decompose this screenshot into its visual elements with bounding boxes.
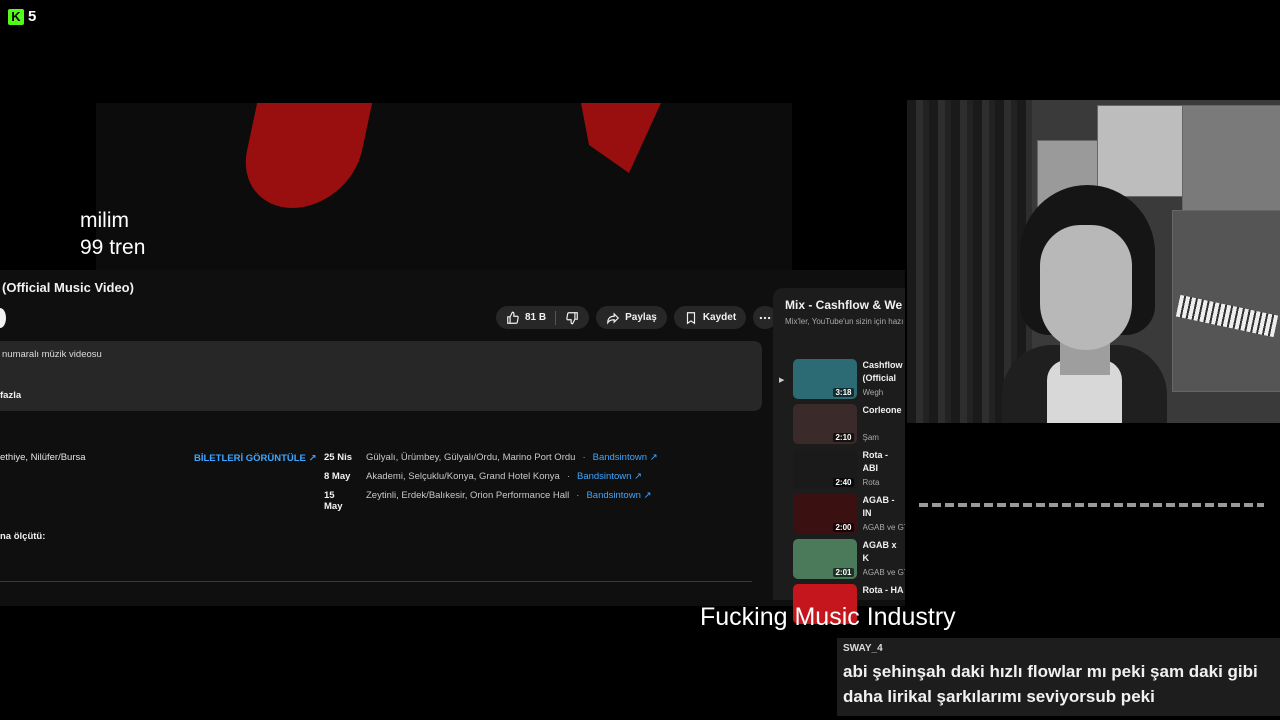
bandsintown-link[interactable]: Bandsintown ↗ — [586, 490, 651, 512]
bandsintown-link[interactable]: Bandsintown ↗ — [593, 452, 658, 463]
webcam-poster — [1182, 105, 1280, 212]
now-playing-indicator-icon — [779, 494, 787, 538]
mix-item-title: Cashflow (Official M — [862, 360, 903, 383]
description-more-link[interactable]: fazla — [0, 390, 21, 401]
mix-item-duration: 2:40 — [833, 478, 854, 487]
mix-item-duration: 2:00 — [833, 523, 854, 532]
mix-item-info: AGAB x K (official m AGAB ve GT — [863, 539, 906, 583]
event-source: Bandsintown — [586, 490, 641, 501]
mix-item-info: AGAB - IN music vid AGAB ve GT — [863, 494, 906, 538]
external-link-icon: ↗ — [308, 453, 317, 464]
mix-item-artist: AGAB ve GT — [862, 523, 906, 532]
now-playing-indicator-icon: ▶ — [779, 377, 785, 384]
now-playing-indicator-icon — [779, 449, 787, 493]
event-date: 8 May — [324, 471, 351, 482]
mix-item-info: Cashflow (Official M Wegh — [863, 359, 906, 403]
external-link-icon: ↗ — [649, 452, 658, 463]
video-text-line2: 99 tren — [80, 236, 146, 259]
event-date: 15 May — [324, 490, 343, 512]
share-icon — [607, 312, 620, 325]
mix-item-info: Rota - ABI Rota — [863, 449, 906, 493]
more-horizontal-icon — [759, 316, 771, 319]
video-title: (Official Music Video) — [2, 280, 134, 295]
video-overlay-text: milim 99 tren — [80, 207, 145, 261]
mix-item[interactable]: 2:40 Rota - ABI Rota — [779, 449, 905, 493]
webcam-streamer — [1002, 185, 1167, 423]
mix-item[interactable]: ▶ 3:18 Cashflow (Official M Wegh — [779, 359, 905, 403]
mix-item-thumbnail[interactable]: 3:18 — [792, 359, 857, 399]
event-source: Bandsintown — [592, 452, 648, 463]
mix-item-title: Rota - ABI — [862, 450, 889, 473]
webcam-poster — [1097, 105, 1184, 197]
event-source: Bandsintown — [576, 471, 632, 482]
tickets-label: BİLETLERİ GÖRÜNTÜLE — [194, 453, 306, 464]
mix-item[interactable]: 2:00 AGAB - IN music vid AGAB ve GT — [779, 494, 905, 538]
mix-subtitle: Mix'ler, YouTube'un sizin için hazı — [785, 317, 904, 326]
chat-username: SWAY_4 — [843, 643, 883, 654]
separator-dot: · — [576, 490, 580, 501]
video-player[interactable] — [96, 103, 792, 270]
save-button[interactable]: Kaydet — [673, 306, 747, 329]
share-label: Paylaş — [625, 312, 657, 323]
like-button[interactable]: 81 B — [496, 306, 590, 329]
kick-logo-icon: K — [8, 8, 24, 25]
like-divider — [555, 310, 557, 325]
tour-location: ethiye, Nilüfer/Bursa — [0, 452, 86, 463]
mix-item-thumbnail[interactable]: 2:00 — [792, 494, 857, 534]
mix-item-artist: Rota — [862, 478, 880, 487]
criteria-label: na ölçütü: — [0, 531, 46, 542]
event-venue: Akademi, Selçuklu/Konya, Grand Hotel Kon… — [366, 471, 560, 482]
bookmark-icon — [686, 311, 695, 324]
event-row: 8 May Akademi, Selçuklu/Konya, Grand Hot… — [324, 471, 642, 482]
event-date: 25 Nis — [324, 452, 352, 463]
webcam-feed — [907, 100, 1280, 423]
share-button[interactable]: Paylaş — [596, 306, 667, 329]
video-actions: 81 B Paylaş Kaydet — [496, 306, 778, 329]
separator-dot: · — [582, 452, 586, 463]
video-red-shape — [581, 103, 661, 173]
mix-item-duration: 2:10 — [833, 433, 854, 442]
video-red-shape — [234, 103, 373, 208]
section-divider — [0, 581, 752, 582]
mix-item-thumbnail[interactable]: 2:40 — [792, 449, 857, 489]
mix-item-title: Corleone — [862, 405, 902, 415]
description-text: numaralı müzik videosu — [2, 349, 102, 360]
mix-item-artist: Wegh — [862, 388, 884, 397]
viewer-count: 5 — [28, 8, 37, 25]
mix-item-artist: AGAB ve GT — [862, 568, 906, 577]
now-playing-indicator-icon — [779, 404, 787, 448]
bandsintown-link[interactable]: Bandsintown ↗ — [577, 471, 642, 482]
mix-item-info: Corleone Şam — [863, 404, 906, 448]
mix-item-artist: Şam — [862, 433, 879, 442]
mix-item-title: AGAB - IN music vid — [862, 495, 895, 518]
chat-message: abi şehinşah daki hızlı flowlar mı peki … — [843, 662, 1258, 706]
separator-dot: · — [566, 471, 570, 482]
viewer-badge: K 5 — [8, 8, 36, 25]
mix-item[interactable]: 2:10 Corleone Şam — [779, 404, 905, 448]
mix-item-thumbnail[interactable]: 2:01 — [792, 539, 857, 579]
save-label: Kaydet — [702, 312, 737, 323]
streamer-face — [1040, 225, 1132, 350]
event-row: 15 May Zeytinli, Erdek/Balıkesir, Orion … — [324, 490, 651, 512]
mix-item-duration: 3:18 — [833, 388, 854, 397]
mix-item[interactable]: 2:01 AGAB x K (official m AGAB ve GT — [779, 539, 905, 583]
audio-visualizer — [919, 503, 1264, 507]
like-count: 81 B — [525, 312, 547, 323]
external-link-icon: ↗ — [634, 471, 642, 482]
thumbs-up-icon — [507, 311, 519, 324]
view-tickets-link[interactable]: BİLETLERİ GÖRÜNTÜLE ↗ — [194, 453, 317, 464]
mix-item-title: AGAB x K (official m — [862, 540, 897, 563]
thumbs-down-icon[interactable] — [565, 311, 579, 325]
mix-title: Mix - Cashflow & We — [785, 298, 903, 312]
now-playing-text: Fucking Music Industry — [700, 603, 956, 631]
event-venue: Gülyalı, Ürümbey, Gülyalı/Ordu, Marino P… — [366, 452, 576, 463]
description-box[interactable] — [0, 341, 762, 411]
video-text-line1: milim — [80, 209, 129, 232]
now-playing-indicator-icon — [779, 539, 787, 583]
event-row: 25 Nis Gülyalı, Ürümbey, Gülyalı/Ordu, M… — [324, 452, 658, 463]
external-link-icon: ↗ — [643, 490, 652, 501]
mix-item-duration: 2:01 — [833, 568, 854, 577]
mix-item-thumbnail[interactable]: 2:10 — [792, 404, 857, 444]
event-venue: Zeytinli, Erdek/Balıkesir, Orion Perform… — [366, 490, 570, 501]
